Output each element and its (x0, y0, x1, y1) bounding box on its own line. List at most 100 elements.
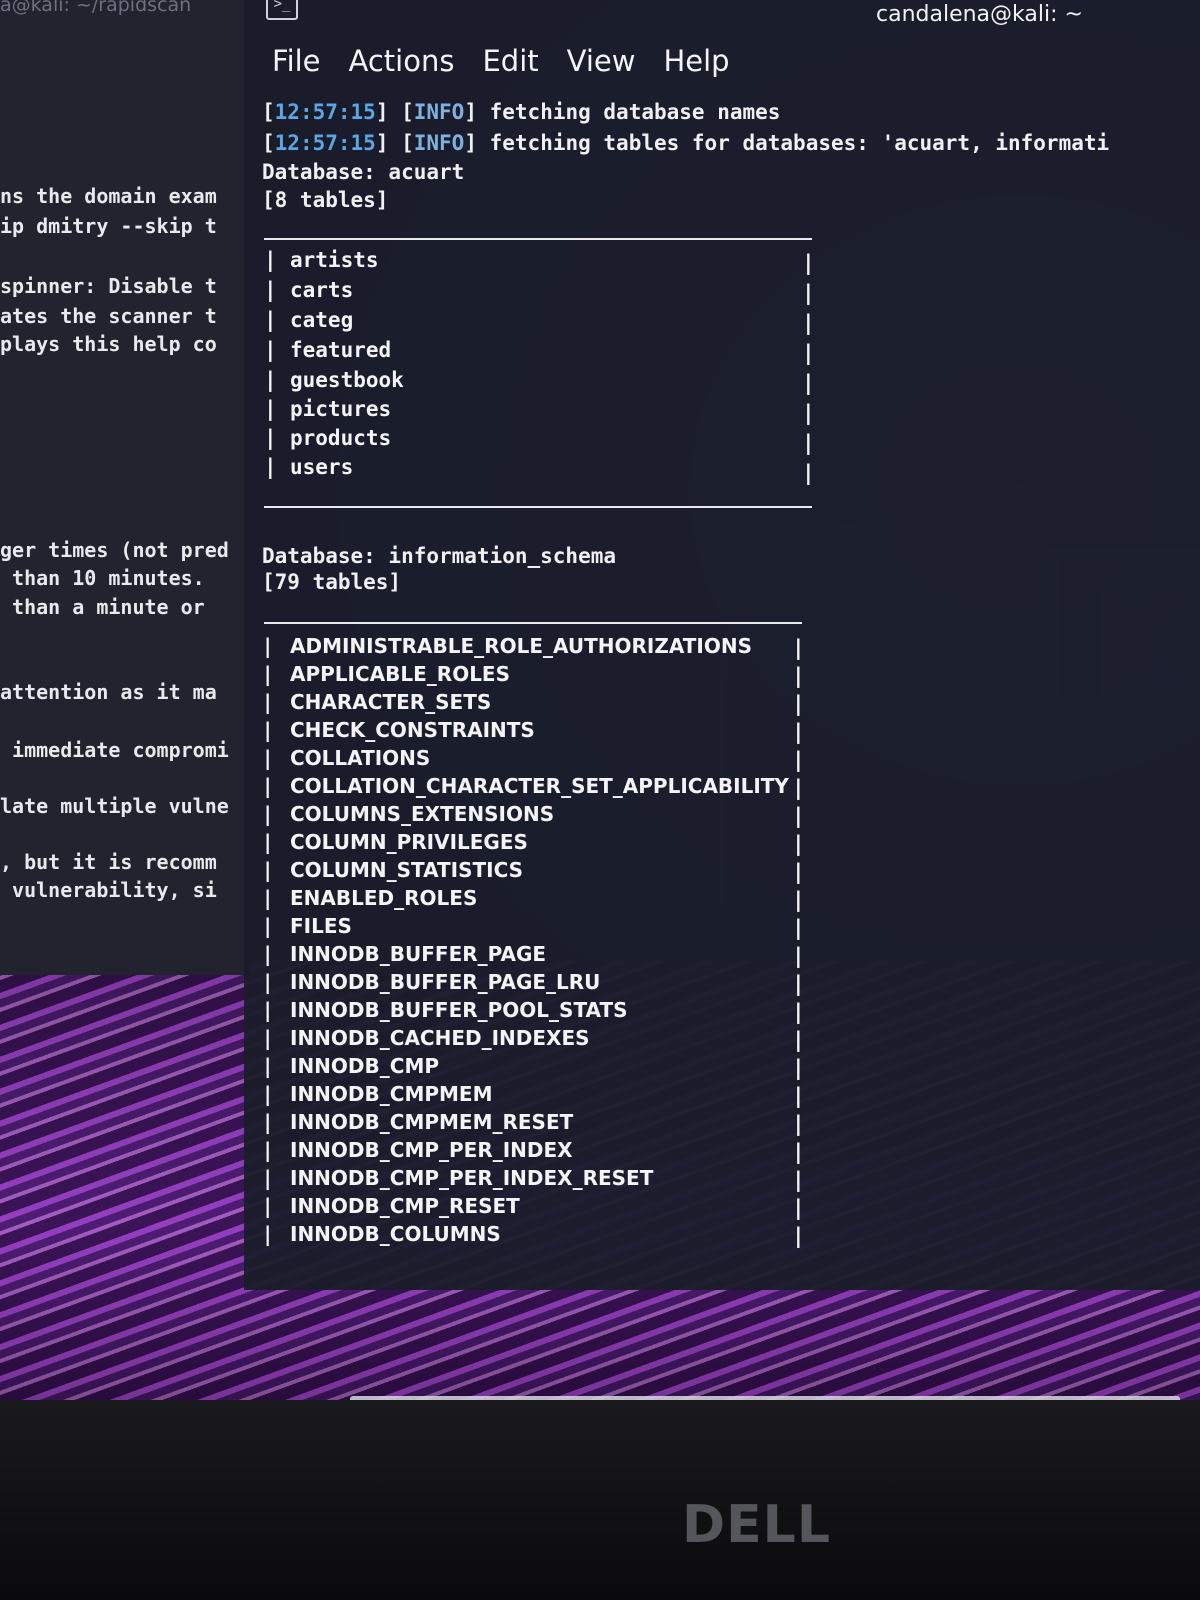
table-name: COLUMN_STATISTICS (290, 858, 524, 882)
table-name: COLUMN_PRIVILEGES (290, 830, 528, 854)
log-message: fetching database names (476, 100, 781, 124)
table-row: | products (264, 426, 392, 450)
table-name: carts (290, 278, 354, 302)
table-name: ADMINISTRABLE_ROLE_AUTHORIZATIONS (290, 634, 752, 658)
background-terminal-line: , but it is recomm (0, 850, 217, 874)
table-name: APPLICABLE_ROLES (290, 662, 510, 686)
table-row: | featured (264, 338, 392, 362)
terminal-menubar: File Actions Edit View Help (272, 44, 730, 84)
table-row: | categ (264, 308, 354, 332)
table-name: INNODB_CMP (290, 1054, 440, 1078)
table-name: INNODB_BUFFER_PAGE (290, 942, 547, 966)
table-row: | COLLATION_CHARACTER_SET_APPLICABILITY (264, 774, 789, 798)
log-message: fetching tables for databases: 'acuart, … (476, 131, 1110, 155)
table-row: | ADMINISTRABLE_ROLE_AUTHORIZATIONS (264, 634, 752, 658)
background-terminal-line: spinner: Disable t (0, 274, 217, 298)
table-name: ENABLED_ROLES (290, 886, 478, 910)
table-row: | CHARACTER_SETS (264, 690, 492, 714)
menu-actions[interactable]: Actions (349, 44, 455, 84)
table-name: INNODB_CMPMEM_RESET (290, 1110, 574, 1134)
table-name: COLLATIONS (290, 746, 431, 770)
background-terminal-line: than a minute or (0, 595, 205, 619)
table-row: | artists (264, 248, 379, 272)
background-terminal-title: a@kali: ~/rapidscan (0, 0, 192, 16)
background-terminal-line: plays this help co (0, 332, 217, 356)
table-name: INNODB_CMP_RESET (290, 1194, 520, 1218)
table-row: | pictures (264, 397, 392, 421)
table-name: COLLATION_CHARACTER_SET_APPLICABILITY (290, 774, 789, 798)
table-name: INNODB_CMPMEM (290, 1082, 493, 1106)
table-row: | COLUMNS_EXTENSIONS (264, 802, 555, 826)
terminal-window[interactable]: >_ candalena@kali: ~ File Actions Edit V… (244, 0, 1200, 1290)
table-row: | COLUMN_STATISTICS (264, 858, 524, 882)
table-row: | INNODB_BUFFER_PAGE (264, 942, 547, 966)
background-terminal-window[interactable]: a@kali: ~/rapidscan ns the domain exam i… (0, 0, 250, 975)
table-name: featured (290, 338, 392, 362)
table-name: INNODB_COLUMNS (290, 1222, 501, 1246)
terminal-titlebar[interactable]: >_ candalena@kali: ~ (244, 0, 1200, 36)
laptop-bezel (0, 1400, 1200, 1600)
table-row: | INNODB_BUFFER_POOL_STATS (264, 998, 628, 1022)
log-line: [12:57:15] [INFO] fetching tables for da… (262, 131, 1110, 155)
background-terminal-line: ip dmitry --skip t (0, 214, 217, 238)
menu-edit[interactable]: Edit (482, 44, 538, 84)
table-row: | CHECK_CONSTRAINTS (264, 718, 535, 742)
table-row: | carts (264, 278, 354, 302)
desktop-screen: K a@kali: ~/rapidscan ns the domain exam… (0, 0, 1200, 1400)
table-row: | INNODB_CACHED_INDEXES (264, 1026, 590, 1050)
table-name: categ (290, 308, 354, 332)
background-terminal-line: ger times (not pred (0, 538, 229, 562)
background-terminal-line: vulnerability, si (0, 878, 217, 902)
table-row: | INNODB_CMPMEM (264, 1082, 493, 1106)
table-name: INNODB_BUFFER_POOL_STATS (290, 998, 628, 1022)
table-name: FILES (290, 914, 352, 938)
log-time: 12:57:15 (274, 100, 376, 124)
terminal-app-icon[interactable]: >_ (266, 0, 298, 20)
table-row: | ENABLED_ROLES (264, 886, 478, 910)
table-right-border: | | | | | | | | (802, 251, 815, 485)
background-terminal-line: late multiple vulne (0, 794, 229, 818)
log-time: 12:57:15 (274, 131, 376, 155)
background-terminal-line: immediate compromi (0, 738, 229, 762)
table-name: users (290, 455, 354, 479)
terminal-title: candalena@kali: ~ (876, 2, 1083, 27)
table-row: | FILES (264, 914, 352, 938)
table-name: artists (290, 248, 379, 272)
dell-logo: DELL (682, 1495, 831, 1555)
acuart-tables-box: | artists | carts | categ | featured | guestb… (264, 238, 815, 508)
table-name: CHARACTER_SETS (290, 690, 492, 714)
table-count: [8 tables] (262, 188, 389, 212)
log-level: INFO (413, 131, 465, 155)
table-name: INNODB_CMP_PER_INDEX_RESET (290, 1166, 654, 1190)
table-row: | APPLICABLE_ROLES (264, 662, 510, 686)
information-schema-tables-box: | ADMINISTRABLE_ROLE_AUTHORIZATIONS | APPL… (264, 622, 805, 1274)
menu-help[interactable]: Help (663, 44, 729, 84)
background-terminal-line: than 10 minutes. (0, 566, 205, 590)
table-name: COLUMNS_EXTENSIONS (290, 802, 555, 826)
table-name: CHECK_CONSTRAINTS (290, 718, 535, 742)
background-terminal-line: ns the domain exam (0, 184, 217, 208)
table-name: guestbook (290, 368, 404, 392)
table-right-border: | | | | | | | | | | | | | | | | | | | | | | (792, 636, 805, 1248)
table-row: | INNODB_COLUMNS (264, 1222, 501, 1246)
menu-file[interactable]: File (272, 44, 321, 84)
log-level: INFO (413, 100, 465, 124)
table-name: pictures (290, 397, 392, 421)
table-row: | INNODB_CMP_PER_INDEX_RESET (264, 1166, 654, 1190)
table-row: | COLUMN_PRIVILEGES (264, 830, 528, 854)
background-terminal-line: attention as it ma (0, 680, 217, 704)
table-name: INNODB_CMP_PER_INDEX (290, 1138, 573, 1162)
table-row: | guestbook (264, 368, 404, 392)
table-name: products (290, 426, 392, 450)
table-row: | INNODB_BUFFER_PAGE_LRU (264, 970, 601, 994)
database-header: Database: acuart (262, 160, 465, 184)
table-row: | users (264, 455, 354, 479)
background-terminal-line: ates the scanner t (0, 304, 217, 328)
table-row: | INNODB_CMP (264, 1054, 440, 1078)
table-name: INNODB_BUFFER_PAGE_LRU (290, 970, 601, 994)
table-count: [79 tables] (262, 570, 402, 594)
menu-view[interactable]: View (567, 44, 636, 84)
table-row: | INNODB_CMP_RESET (264, 1194, 520, 1218)
table-name: INNODB_CACHED_INDEXES (290, 1026, 590, 1050)
table-row: | COLLATIONS (264, 746, 431, 770)
